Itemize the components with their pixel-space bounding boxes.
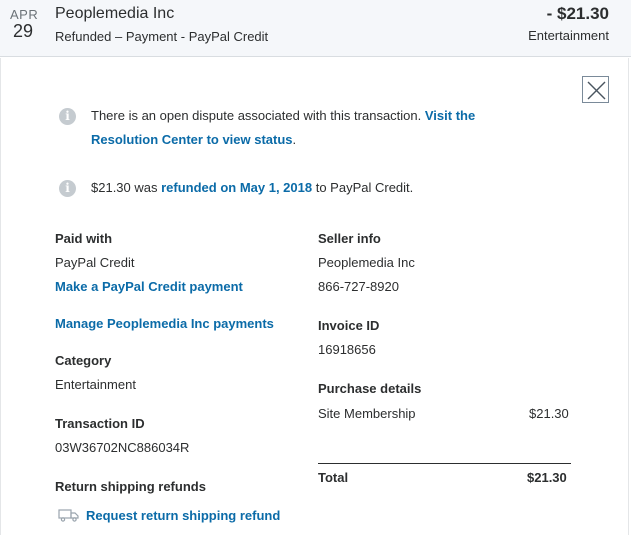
date-month: APR bbox=[10, 7, 39, 22]
total-divider bbox=[318, 463, 571, 464]
make-credit-payment-link[interactable]: Make a PayPal Credit payment bbox=[55, 279, 243, 294]
transaction-amount: - $21.30 bbox=[546, 4, 609, 23]
seller-info-label: Seller info bbox=[318, 231, 381, 246]
transaction-header[interactable]: APR 29 Peoplemedia Inc Refunded – Paymen… bbox=[0, 0, 631, 57]
transaction-id-label: Transaction ID bbox=[55, 416, 145, 431]
seller-name: Peoplemedia Inc bbox=[318, 255, 415, 270]
item-amount: $21.30 bbox=[529, 406, 569, 421]
manage-payments-link[interactable]: Manage Peoplemedia Inc payments bbox=[55, 316, 274, 331]
invoice-id-value: 16918656 bbox=[318, 342, 376, 357]
total-label: Total bbox=[318, 470, 349, 485]
category-label: Category bbox=[55, 353, 112, 368]
dispute-text: There is an open dispute associated with… bbox=[91, 108, 422, 123]
dispute-notice: There is an open dispute associated with… bbox=[91, 104, 531, 152]
paid-with-label: Paid with bbox=[55, 231, 113, 246]
paid-with-value: PayPal Credit bbox=[55, 255, 135, 270]
merchant-name: Peoplemedia Inc bbox=[55, 5, 175, 22]
date-day: 29 bbox=[13, 21, 34, 41]
transaction-status: Refunded – Payment - PayPal Credit bbox=[55, 29, 269, 44]
close-button[interactable] bbox=[582, 76, 609, 103]
info-icon: i bbox=[59, 180, 76, 197]
return-shipping-label: Return shipping refunds bbox=[55, 479, 206, 494]
invoice-id-label: Invoice ID bbox=[318, 318, 380, 333]
transaction-category: Entertainment bbox=[528, 28, 609, 43]
refund-was: was bbox=[130, 180, 162, 195]
dispute-end: . bbox=[292, 132, 297, 147]
total-amount: $21.30 bbox=[527, 470, 567, 485]
request-return-shipping-link[interactable]: Request return shipping refund bbox=[86, 508, 280, 523]
truck-icon bbox=[58, 509, 79, 522]
refund-notice: $21.30 was refunded on May 1, 2018 to Pa… bbox=[91, 176, 551, 200]
purchase-details-label: Purchase details bbox=[318, 381, 422, 396]
item-name: Site Membership bbox=[318, 406, 416, 421]
info-icon: i bbox=[59, 108, 76, 125]
category-value: Entertainment bbox=[55, 377, 136, 392]
seller-phone: 866-727-8920 bbox=[318, 279, 399, 294]
transaction-id-value: 03W36702NC886034R bbox=[55, 440, 190, 455]
refund-amount: $21.30 bbox=[91, 180, 131, 195]
refund-date-link[interactable]: refunded on May 1, 2018 bbox=[161, 180, 312, 195]
close-icon bbox=[587, 81, 606, 100]
refund-to: to PayPal Credit. bbox=[312, 180, 414, 195]
